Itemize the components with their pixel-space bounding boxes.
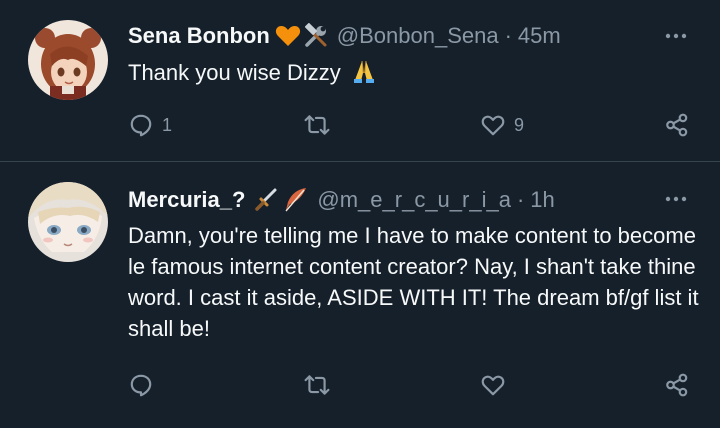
tweet[interactable]: Mercuria_? @m_e_r_c_u_r_i_a · 1h Damn, y…	[0, 163, 720, 428]
tweet[interactable]: Sena Bonbon @Bonbon_Sena · 45m Thank you…	[0, 0, 720, 162]
retweet-icon	[304, 375, 330, 395]
share-button[interactable]	[664, 110, 690, 140]
handle[interactable]: @Bonbon_Sena	[337, 23, 499, 49]
reply-button[interactable]: 1	[128, 110, 172, 140]
display-name[interactable]: Sena Bonbon	[128, 23, 270, 49]
like-button[interactable]	[480, 370, 514, 400]
retweet-button[interactable]	[304, 110, 338, 140]
handle[interactable]: @m_e_r_c_u_r_i_a	[317, 187, 511, 213]
heart-icon	[481, 115, 505, 136]
tweet-actions	[128, 370, 692, 400]
share-icon	[666, 113, 688, 137]
tweet-text: Thank you wise Dizzy	[128, 57, 700, 88]
retweet-icon	[304, 115, 330, 135]
hammer-and-wrench-icon	[303, 23, 329, 49]
feather-icon	[281, 186, 309, 214]
reply-icon	[130, 374, 152, 397]
separator: ·	[516, 187, 525, 212]
like-button[interactable]: 9	[480, 110, 524, 140]
reply-button[interactable]	[128, 370, 162, 400]
dagger-icon	[253, 187, 279, 213]
timestamp[interactable]: 1h	[530, 187, 554, 213]
timestamp[interactable]: 45m	[518, 23, 561, 49]
retweet-button[interactable]	[304, 370, 338, 400]
avatar[interactable]	[28, 20, 108, 100]
tweet-text-content: Thank you wise Dizzy	[128, 60, 341, 85]
tweet-text-content: Damn, you're telling me I have to make c…	[128, 223, 699, 341]
orange-heart-icon	[275, 24, 301, 48]
separator: ·	[504, 23, 512, 48]
share-button[interactable]	[664, 370, 690, 400]
reply-icon	[130, 114, 152, 137]
like-count: 9	[514, 114, 525, 135]
tweet-header: Sena Bonbon @Bonbon_Sena · 45m	[128, 20, 561, 52]
avatar[interactable]	[28, 182, 108, 262]
reply-count: 1	[162, 114, 173, 135]
share-icon	[666, 373, 688, 397]
more-options-icon[interactable]	[662, 22, 690, 50]
tweet-header: Mercuria_? @m_e_r_c_u_r_i_a · 1h	[128, 184, 555, 216]
display-name[interactable]: Mercuria_?	[128, 187, 245, 213]
heart-icon	[481, 375, 505, 396]
folded-hands-icon	[351, 58, 377, 84]
tweet-actions: 1 9	[128, 110, 692, 140]
tweet-text: Damn, you're telling me I have to make c…	[128, 220, 700, 344]
more-options-icon[interactable]	[662, 185, 690, 213]
